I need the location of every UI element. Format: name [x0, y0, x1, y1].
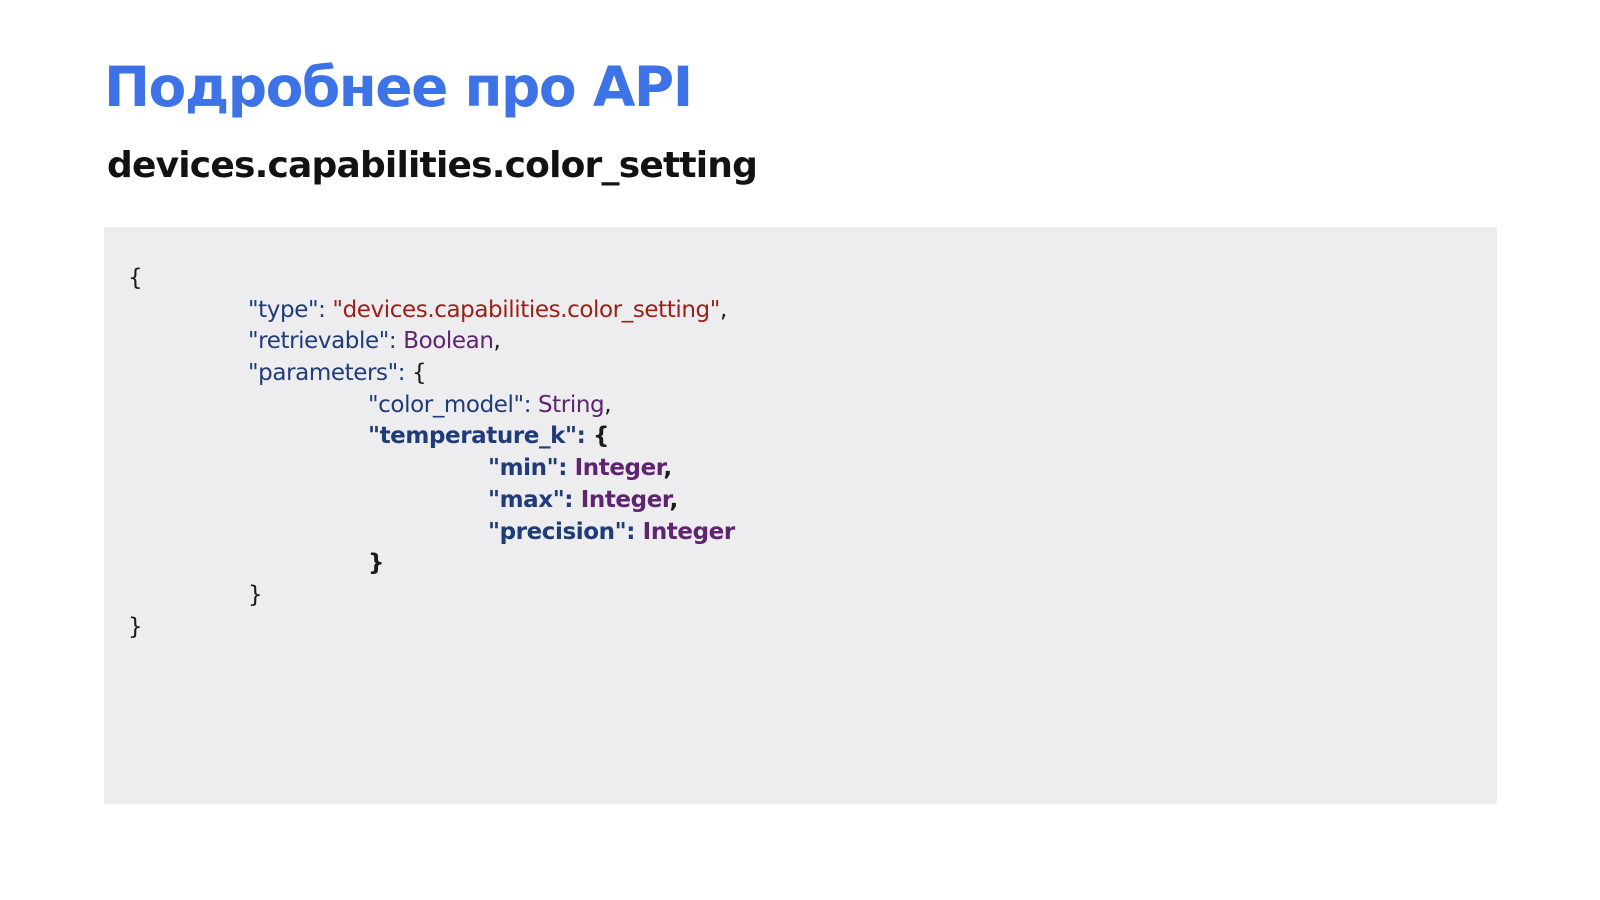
- close-brace: }: [128, 613, 143, 640]
- code-line-close: }: [128, 612, 735, 644]
- code-line-parameters-close: }: [128, 580, 735, 612]
- max-colon: :: [564, 486, 581, 513]
- open-brace: {: [128, 265, 143, 291]
- parameters-open-brace: {: [412, 360, 427, 387]
- precision-colon: :: [626, 518, 643, 545]
- code-line-type: "type": "devices.capabilities.color_sett…: [128, 295, 735, 327]
- temperature-key: "temperature_k": [368, 423, 577, 450]
- retrievable-value: Boolean: [403, 328, 494, 355]
- temperature-colon: :: [576, 423, 593, 450]
- type-comma: ,: [719, 296, 727, 323]
- color-model-colon: :: [523, 391, 538, 418]
- code-line-temperature-close: }: [128, 548, 735, 580]
- min-value: Integer: [574, 455, 664, 482]
- retrievable-key: "retrievable": [248, 328, 389, 355]
- temperature-open-brace: {: [592, 423, 609, 450]
- max-key: "max": [488, 486, 565, 513]
- min-colon: :: [558, 455, 575, 482]
- temperature-close-brace: }: [368, 550, 384, 577]
- color-model-comma: ,: [604, 391, 612, 418]
- code-line-open: {: [128, 263, 735, 295]
- code-line-parameters: "parameters": {: [128, 358, 735, 390]
- type-colon: :: [318, 296, 333, 323]
- max-value: Integer: [580, 486, 670, 513]
- code-block: { "type": "devices.capabilities.color_se…: [104, 227, 1497, 804]
- code-line-color-model: "color_model": String,: [128, 390, 735, 422]
- slide-subtitle: devices.capabilities.color_setting: [107, 145, 758, 186]
- parameters-key: "parameters": [248, 360, 398, 387]
- retrievable-colon: :: [388, 328, 404, 355]
- min-key: "min": [488, 455, 559, 482]
- code-line-retrievable: "retrievable": Boolean,: [128, 326, 735, 358]
- code-line-precision: "precision": Integer: [128, 517, 735, 549]
- precision-value: Integer: [642, 518, 736, 545]
- code-line-min: "min": Integer,: [128, 453, 735, 485]
- parameters-close-brace: }: [248, 581, 263, 608]
- color-model-value: String: [537, 391, 605, 418]
- type-value: "devices.capabilities.color_setting": [332, 296, 720, 323]
- precision-key: "precision": [488, 518, 627, 545]
- retrievable-comma: ,: [493, 328, 501, 355]
- code-line-max: "max": Integer,: [128, 485, 735, 517]
- slide-title: Подробнее про API: [104, 55, 693, 119]
- min-comma: ,: [663, 455, 672, 482]
- code-line-temperature: "temperature_k": {: [128, 421, 735, 453]
- type-key: "type": [248, 296, 319, 323]
- max-comma: ,: [669, 486, 678, 513]
- json-code: { "type": "devices.capabilities.color_se…: [128, 263, 735, 643]
- parameters-colon: :: [397, 360, 413, 387]
- color-model-key: "color_model": [368, 391, 524, 418]
- slide: Подробнее про API devices.capabilities.c…: [0, 0, 1600, 900]
